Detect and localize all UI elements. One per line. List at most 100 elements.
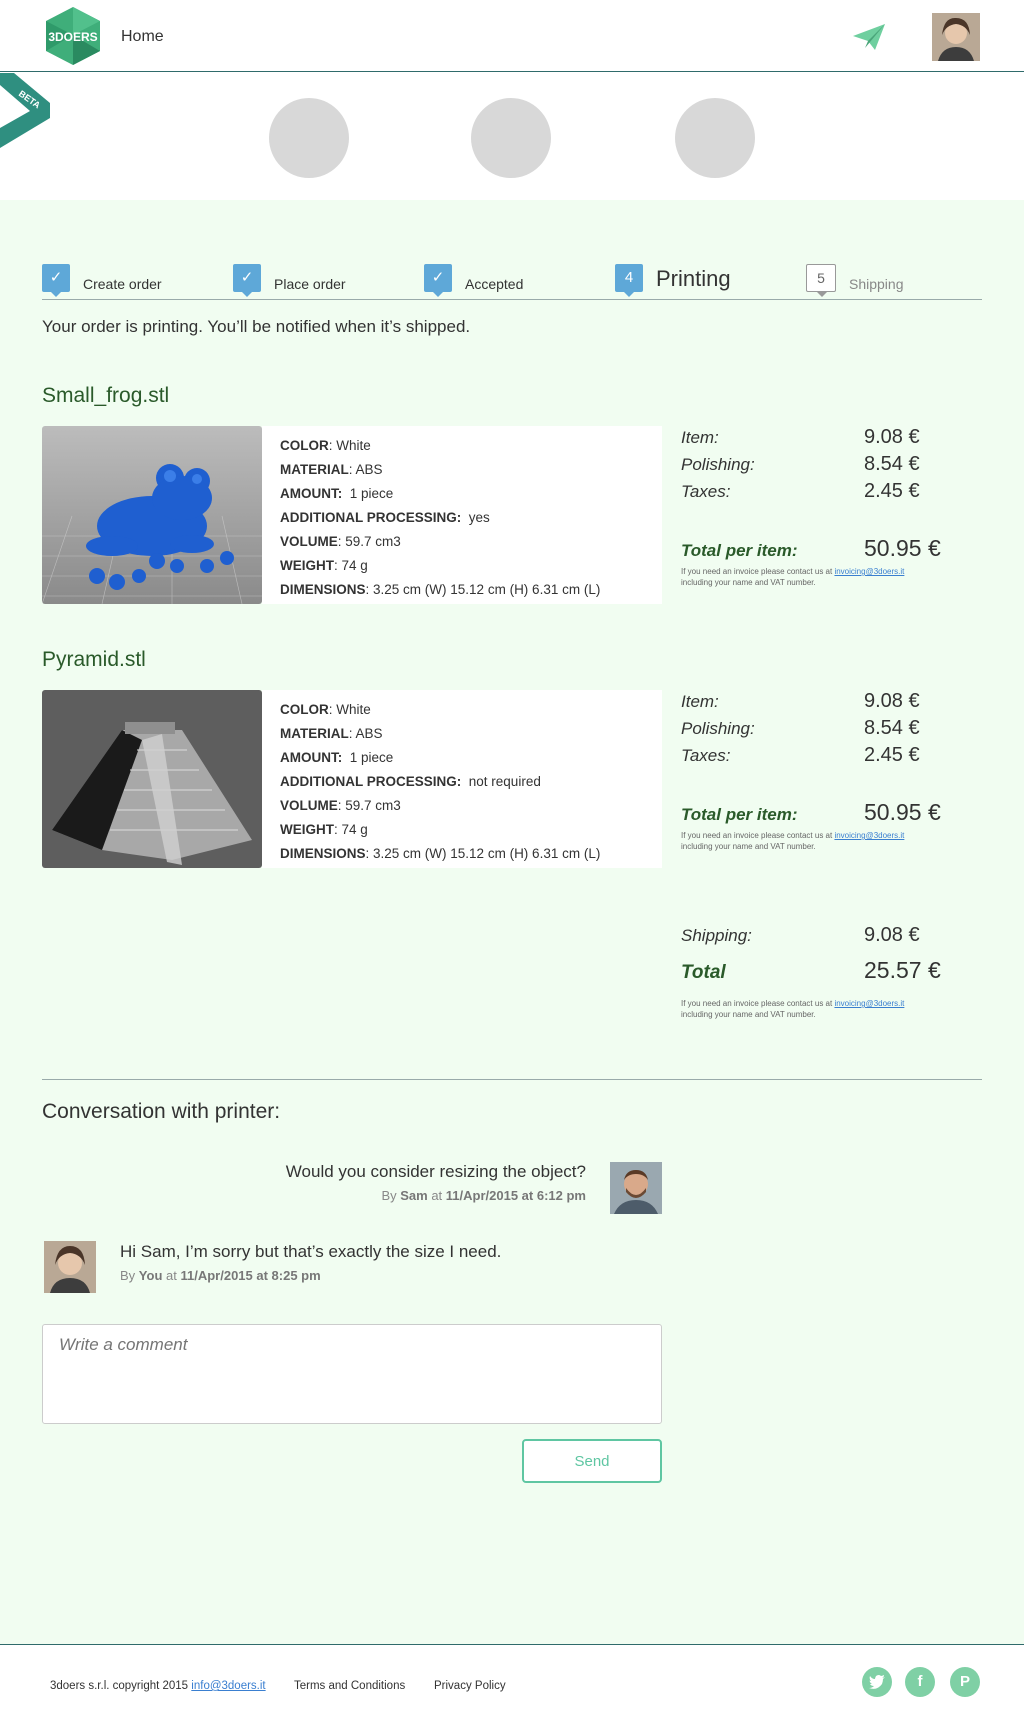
item-title: Pyramid.stl [42, 648, 146, 671]
spec-value: 1 piece [349, 750, 394, 765]
invoice-email-link[interactable]: invoicing@3doers.it [834, 999, 904, 1008]
spec-label: DIMENSIONS [280, 846, 366, 861]
total-per-item-row: Total per item: 50.95 € [681, 535, 981, 562]
spec-label: WEIGHT [280, 558, 334, 573]
home-link[interactable]: Home [121, 28, 164, 46]
total-per-item-row: Total per item: 50.95 € [681, 799, 981, 826]
check-icon: ✓ [424, 264, 452, 297]
invoice-note: If you need an invoice please contact us… [681, 999, 905, 1019]
invoice-note: If you need an invoice please contact us… [681, 567, 905, 587]
grand-total-value: 25.57 € [864, 957, 941, 983]
step-number: 5 [806, 264, 836, 297]
svg-text:3DOERS: 3DOERS [48, 30, 97, 44]
spec-label: ADDITIONAL PROCESSING: [280, 510, 462, 525]
price-polishing-row: Polishing: 8.54 € [681, 715, 981, 742]
spec-label: MATERIAL [280, 726, 349, 741]
check-icon: ✓ [42, 264, 70, 297]
price-label: Polishing: [681, 719, 755, 738]
step-accepted: ✓ Accepted [424, 260, 524, 297]
spec-label: VOLUME [280, 534, 338, 549]
spec-value: 74 g [341, 822, 368, 837]
main-content: ✓ Create order ✓ Place order ✓ Accepted … [0, 200, 1024, 1644]
spec-label: MATERIAL [280, 462, 349, 477]
step-label: Accepted [465, 276, 524, 292]
placeholder-circle [471, 98, 551, 178]
item-specs: COLOR: White MATERIAL: ABS AMOUNT: 1 pie… [262, 426, 662, 604]
spec-processing: ADDITIONAL PROCESSING: not required [280, 770, 644, 794]
placeholder-circle [269, 98, 349, 178]
frog-model-thumbnail[interactable] [42, 426, 262, 604]
spec-value: ABS [355, 726, 383, 741]
spec-label: DIMENSIONS [280, 582, 366, 597]
spec-label: ADDITIONAL PROCESSING: [280, 774, 462, 789]
step-label: Shipping [849, 276, 904, 292]
pyramid-model-thumbnail[interactable] [42, 690, 262, 868]
twitter-icon[interactable] [862, 1667, 892, 1697]
spec-value: 3.25 cm (W) 15.12 cm (H) 6.31 cm (L) [373, 582, 601, 597]
total-label: Total per item: [681, 541, 798, 560]
message-from-printer: Would you consider resizing the object? … [200, 1162, 586, 1203]
spec-material: MATERIAL: ABS [280, 462, 383, 477]
price-value: 2.45 € [864, 480, 920, 502]
price-label: Item: [681, 428, 719, 447]
spec-label: COLOR [280, 438, 329, 453]
total-label: Total per item: [681, 805, 798, 824]
price-label: Item: [681, 692, 719, 711]
step-shipping: 5 Shipping [806, 260, 904, 297]
step-label: Printing [656, 266, 731, 291]
footer-copyright: 3doers s.r.l. copyright 2015 info@3doers… [50, 1680, 266, 1692]
footer-email-link[interactable]: info@3doers.it [191, 1680, 265, 1692]
paper-plane-icon[interactable] [853, 24, 885, 52]
conversation-title: Conversation with printer: [42, 1100, 281, 1123]
invoice-email-link[interactable]: invoicing@3doers.it [834, 567, 904, 576]
spec-amount: AMOUNT: 1 piece [280, 746, 644, 770]
send-button[interactable]: Send [522, 1439, 662, 1483]
spec-processing: ADDITIONAL PROCESSING: yes [280, 506, 644, 530]
beta-ribbon: BETA [0, 73, 50, 148]
spec-value: White [336, 702, 371, 717]
message-meta: By Sam at 11/Apr/2015 at 6:12 pm [381, 1188, 586, 1203]
step-printing: 4 Printing [615, 260, 731, 297]
total-value: 50.95 € [864, 799, 941, 825]
price-item-row: Item: 9.08 € [681, 688, 981, 715]
spec-label: AMOUNT: [280, 750, 343, 765]
shipping-row: Shipping: 9.08 € [681, 922, 981, 949]
item-pricing: Item: 9.08 € Polishing: 8.54 € Taxes: 2.45 … [681, 424, 981, 588]
comment-input[interactable] [42, 1324, 662, 1424]
item-title: Small_frog.stl [42, 384, 170, 407]
spec-label: WEIGHT [280, 822, 334, 837]
message-text: Hi Sam, I’m sorry but that’s exactly the… [120, 1242, 502, 1261]
placeholder-circle [675, 98, 755, 178]
spec-amount: AMOUNT: 1 piece [280, 482, 644, 506]
spec-value: not required [468, 774, 541, 789]
order-status-message: Your order is printing. You’ll be notifi… [42, 317, 471, 336]
price-polishing-row: Polishing: 8.54 € [681, 451, 981, 478]
price-label: Taxes: [681, 482, 731, 501]
price-label: Polishing: [681, 455, 755, 474]
shipping-value: 9.08 € [864, 924, 920, 946]
invoice-email-link[interactable]: invoicing@3doers.it [834, 831, 904, 840]
message-from-user: Hi Sam, I’m sorry but that’s exactly the… [120, 1242, 501, 1283]
spec-dimensions: DIMENSIONS: 3.25 cm (W) 15.12 cm (H) 6.3… [280, 846, 601, 861]
header: 3DOERS Home [0, 0, 1024, 72]
step-create-order: ✓ Create order [42, 260, 162, 297]
price-value: 8.54 € [864, 453, 920, 475]
pinterest-icon[interactable]: P [950, 1667, 980, 1697]
shipping-label: Shipping: [681, 926, 752, 945]
privacy-link[interactable]: Privacy Policy [434, 1680, 506, 1692]
facebook-icon[interactable]: f [905, 1667, 935, 1697]
price-item-row: Item: 9.08 € [681, 424, 981, 451]
price-value: 2.45 € [864, 744, 920, 766]
check-icon: ✓ [233, 264, 261, 297]
spec-label: VOLUME [280, 798, 338, 813]
spec-value: 59.7 cm3 [345, 534, 401, 549]
item-pricing: Item: 9.08 € Polishing: 8.54 € Taxes: 2.45 … [681, 688, 981, 852]
step-number: 4 [615, 264, 643, 297]
price-value: 9.08 € [864, 690, 920, 712]
terms-link[interactable]: Terms and Conditions [294, 1680, 405, 1692]
spec-value: yes [468, 510, 490, 525]
logo[interactable]: 3DOERS [42, 5, 104, 67]
spec-dimensions: DIMENSIONS: 3.25 cm (W) 15.12 cm (H) 6.3… [280, 582, 601, 597]
footer: 3doers s.r.l. copyright 2015 info@3doers… [0, 1644, 1024, 1717]
user-avatar[interactable] [932, 13, 980, 61]
